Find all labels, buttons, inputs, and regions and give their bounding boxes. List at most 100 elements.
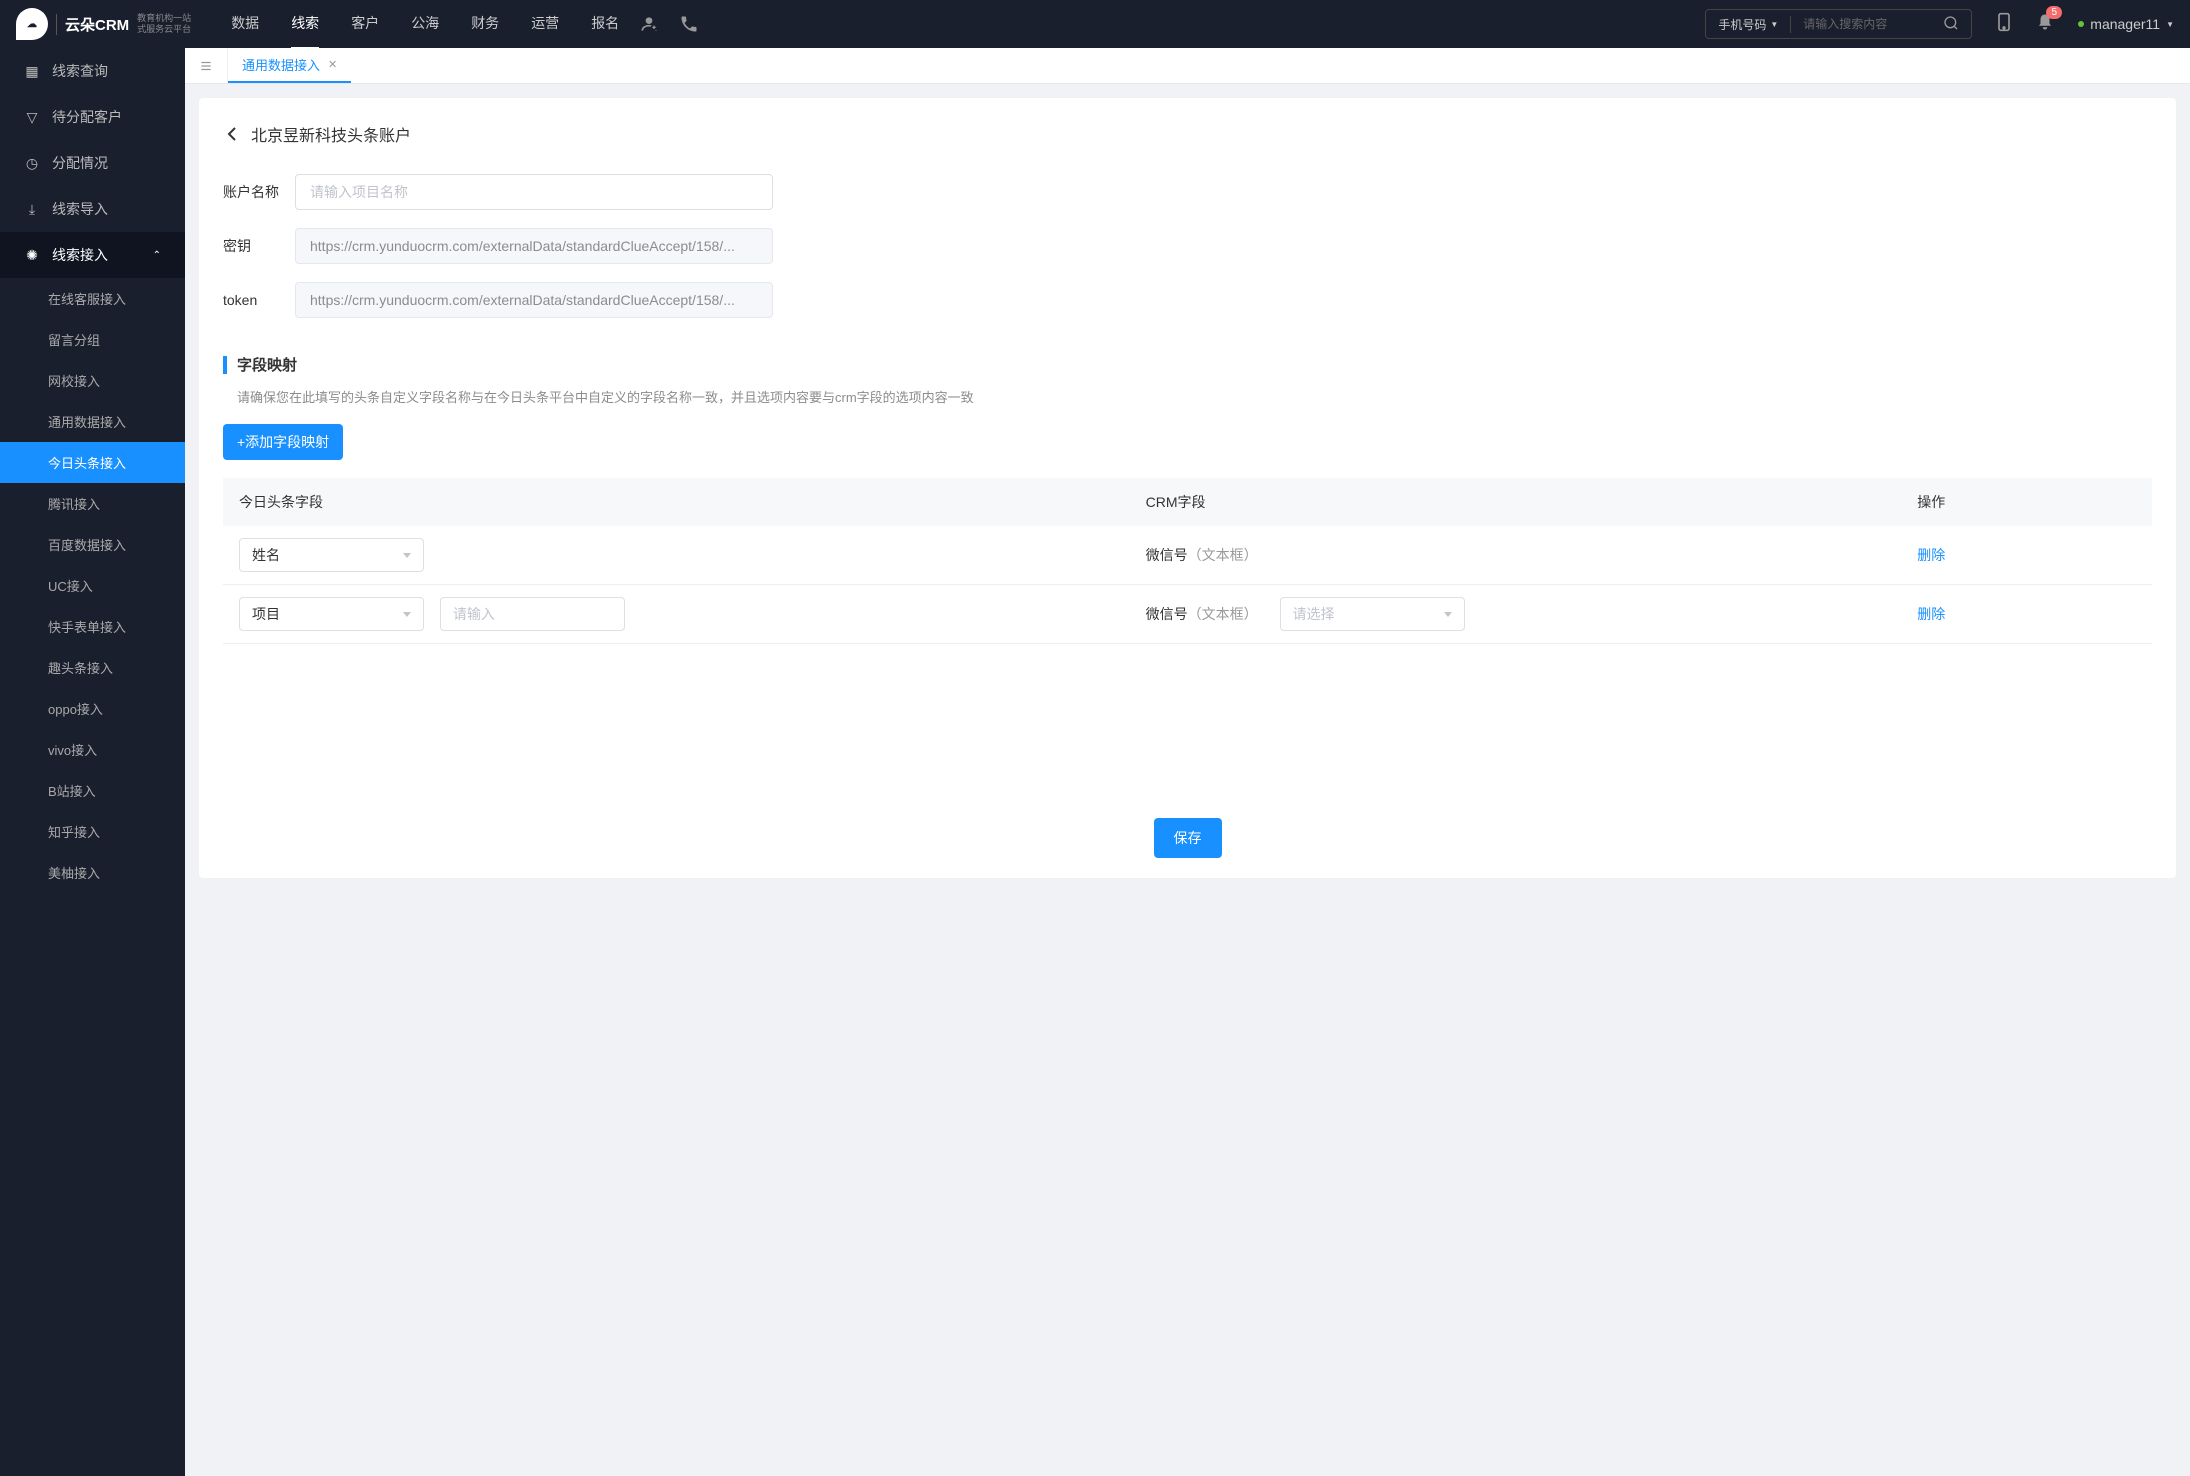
sidebar-sub-tencent[interactable]: 腾讯接入 — [0, 483, 185, 524]
logo[interactable]: ☁ 云朵CRM 教育机构一站 式服务云平台 — [16, 8, 191, 40]
section-bar-icon — [223, 356, 227, 374]
tabs-bar: 通用数据接入 ✕ — [185, 48, 2190, 84]
sidebar-sub-qutoutiao[interactable]: 趣头条接入 — [0, 647, 185, 688]
user-menu[interactable]: manager11 ▼ — [2078, 16, 2174, 32]
delete-link[interactable]: 删除 — [1917, 606, 1945, 622]
secret-label: 密钥 — [223, 236, 295, 256]
import-icon: ⤓ — [24, 201, 40, 218]
form-row-secret: 密钥 https://crm.yunduocrm.com/externalDat… — [223, 228, 2152, 264]
pie-icon: ◷ — [24, 155, 40, 172]
table-row: 项目 微信号（文本框） 请选择 删除 — [223, 585, 2152, 644]
sidebar-sub-uc[interactable]: UC接入 — [0, 565, 185, 606]
th-action: 操作 — [1901, 478, 2152, 526]
close-icon[interactable]: ✕ — [328, 58, 337, 71]
sidebar-sub-toutiao[interactable]: 今日头条接入 — [0, 442, 185, 483]
nav-finance[interactable]: 财务 — [471, 0, 499, 49]
delete-link[interactable]: 删除 — [1917, 547, 1945, 563]
mobile-icon[interactable] — [1996, 12, 2012, 37]
search-button[interactable] — [1931, 15, 1971, 34]
page-title: 北京昱新科技头条账户 — [251, 122, 411, 146]
logo-sub: 教育机构一站 式服务云平台 — [137, 13, 191, 35]
breadcrumb: 北京昱新科技头条账户 — [223, 122, 2152, 146]
main-content: 通用数据接入 ✕ 北京昱新科技头条账户 账户名称 密钥 https://crm.… — [185, 48, 2190, 1476]
token-value[interactable]: https://crm.yunduocrm.com/externalData/s… — [295, 282, 773, 318]
top-header: ☁ 云朵CRM 教育机构一站 式服务云平台 数据 线索 客户 公海 财务 运营 … — [0, 0, 2190, 48]
account-name-label: 账户名称 — [223, 182, 295, 202]
tab-general-data[interactable]: 通用数据接入 ✕ — [228, 48, 351, 83]
td-toutiao: 姓名 — [223, 526, 1130, 585]
secret-value[interactable]: https://crm.yunduocrm.com/externalData/s… — [295, 228, 773, 264]
th-toutiao-field: 今日头条字段 — [223, 478, 1130, 526]
chevron-down-icon: ▼ — [1770, 20, 1778, 29]
toutiao-field-input[interactable] — [440, 597, 625, 631]
nav-customers[interactable]: 客户 — [351, 0, 379, 49]
sidebar-sub-vivo[interactable]: vivo接入 — [0, 729, 185, 770]
sidebar-sub-school-access[interactable]: 网校接入 — [0, 360, 185, 401]
save-button-wrap: 保存 — [199, 818, 2176, 858]
sidebar-sub-zhihu[interactable]: 知乎接入 — [0, 811, 185, 852]
crm-field-type: （文本框） — [1188, 547, 1258, 563]
td-toutiao: 项目 — [223, 585, 1130, 644]
search-type-select[interactable]: 手机号码 ▼ — [1706, 16, 1791, 33]
td-crm: 微信号（文本框） — [1130, 526, 1902, 585]
mapping-table: 今日头条字段 CRM字段 操作 姓名 微信号（文本框） 删 — [223, 478, 2152, 644]
account-name-input[interactable] — [295, 174, 773, 210]
crm-field-select[interactable]: 请选择 — [1280, 597, 1465, 631]
sidebar-sub-online-service[interactable]: 在线客服接入 — [0, 278, 185, 319]
sidebar-item-leads-import[interactable]: ⤓ 线索导入 — [0, 186, 185, 232]
nav-operations[interactable]: 运营 — [531, 0, 559, 49]
mapping-title: 字段映射 — [237, 354, 297, 375]
td-crm: 微信号（文本框） 请选择 — [1130, 585, 1902, 644]
search-input[interactable] — [1791, 17, 1931, 31]
sidebar-item-leads-query[interactable]: ▦ 线索查询 — [0, 48, 185, 94]
section-title: 字段映射 — [223, 354, 2152, 375]
main-card: 北京昱新科技头条账户 账户名称 密钥 https://crm.yunduocrm… — [199, 98, 2176, 878]
sidebar: ▦ 线索查询 ▽ 待分配客户 ◷ 分配情况 ⤓ 线索导入 ✺ 线索接入 ⌃ 在线… — [0, 48, 185, 1476]
content-area: 北京昱新科技头条账户 账户名称 密钥 https://crm.yunduocrm… — [185, 84, 2190, 892]
sidebar-sub-oppo[interactable]: oppo接入 — [0, 688, 185, 729]
nav-data[interactable]: 数据 — [231, 0, 259, 49]
grid-icon: ▦ — [24, 63, 40, 80]
chevron-up-icon: ⌃ — [153, 250, 161, 261]
chevron-down-icon: ▼ — [2166, 20, 2174, 29]
tabs-toggle-button[interactable] — [185, 48, 228, 83]
crm-field-label: 微信号 — [1146, 606, 1188, 622]
toutiao-field-select[interactable]: 项目 — [239, 597, 424, 631]
search-box: 手机号码 ▼ — [1705, 9, 1972, 39]
sidebar-item-pending-customers[interactable]: ▽ 待分配客户 — [0, 94, 185, 140]
toutiao-field-select[interactable]: 姓名 — [239, 538, 424, 572]
bell-icon[interactable]: 5 — [2036, 12, 2054, 37]
logo-text-wrap: 云朵CRM — [56, 14, 129, 35]
back-button[interactable] — [223, 125, 241, 143]
form-row-token: token https://crm.yunduocrm.com/external… — [223, 282, 2152, 318]
td-action: 删除 — [1901, 526, 2152, 585]
nav-public[interactable]: 公海 — [411, 0, 439, 49]
token-label: token — [223, 292, 295, 308]
username: manager11 — [2090, 16, 2160, 32]
form-row-account-name: 账户名称 — [223, 174, 2152, 210]
sidebar-sub-kuaishou[interactable]: 快手表单接入 — [0, 606, 185, 647]
cloud-icon: ☁ — [16, 8, 48, 40]
notification-badge: 5 — [2046, 6, 2062, 19]
filter-icon: ▽ — [24, 109, 40, 126]
logo-brand: 云朵CRM — [56, 14, 129, 35]
sidebar-item-leads-access[interactable]: ✺ 线索接入 ⌃ — [0, 232, 185, 278]
nav-signup[interactable]: 报名 — [591, 0, 619, 49]
header-right: 5 — [1996, 12, 2054, 37]
save-button[interactable]: 保存 — [1154, 818, 1222, 858]
sidebar-sub-bilibili[interactable]: B站接入 — [0, 770, 185, 811]
phone-icon[interactable] — [679, 14, 699, 34]
user-add-icon[interactable] — [639, 14, 659, 34]
sidebar-sub-meiyou[interactable]: 美柚接入 — [0, 852, 185, 893]
sidebar-item-allocation[interactable]: ◷ 分配情况 — [0, 140, 185, 186]
sidebar-sub-baidu[interactable]: 百度数据接入 — [0, 524, 185, 565]
add-mapping-button[interactable]: +添加字段映射 — [223, 424, 343, 460]
mapping-hint: 请确保您在此填写的头条自定义字段名称与在今日头条平台中自定义的字段名称一致，并且… — [223, 387, 2152, 406]
td-action: 删除 — [1901, 585, 2152, 644]
sidebar-sub-message-group[interactable]: 留言分组 — [0, 319, 185, 360]
crm-field-label: 微信号 — [1146, 547, 1188, 563]
crm-field-type: （文本框） — [1188, 606, 1258, 622]
nav-leads[interactable]: 线索 — [291, 0, 319, 49]
sidebar-sub-general-data[interactable]: 通用数据接入 — [0, 401, 185, 442]
sidebar-submenu: 在线客服接入 留言分组 网校接入 通用数据接入 今日头条接入 腾讯接入 百度数据… — [0, 278, 185, 893]
